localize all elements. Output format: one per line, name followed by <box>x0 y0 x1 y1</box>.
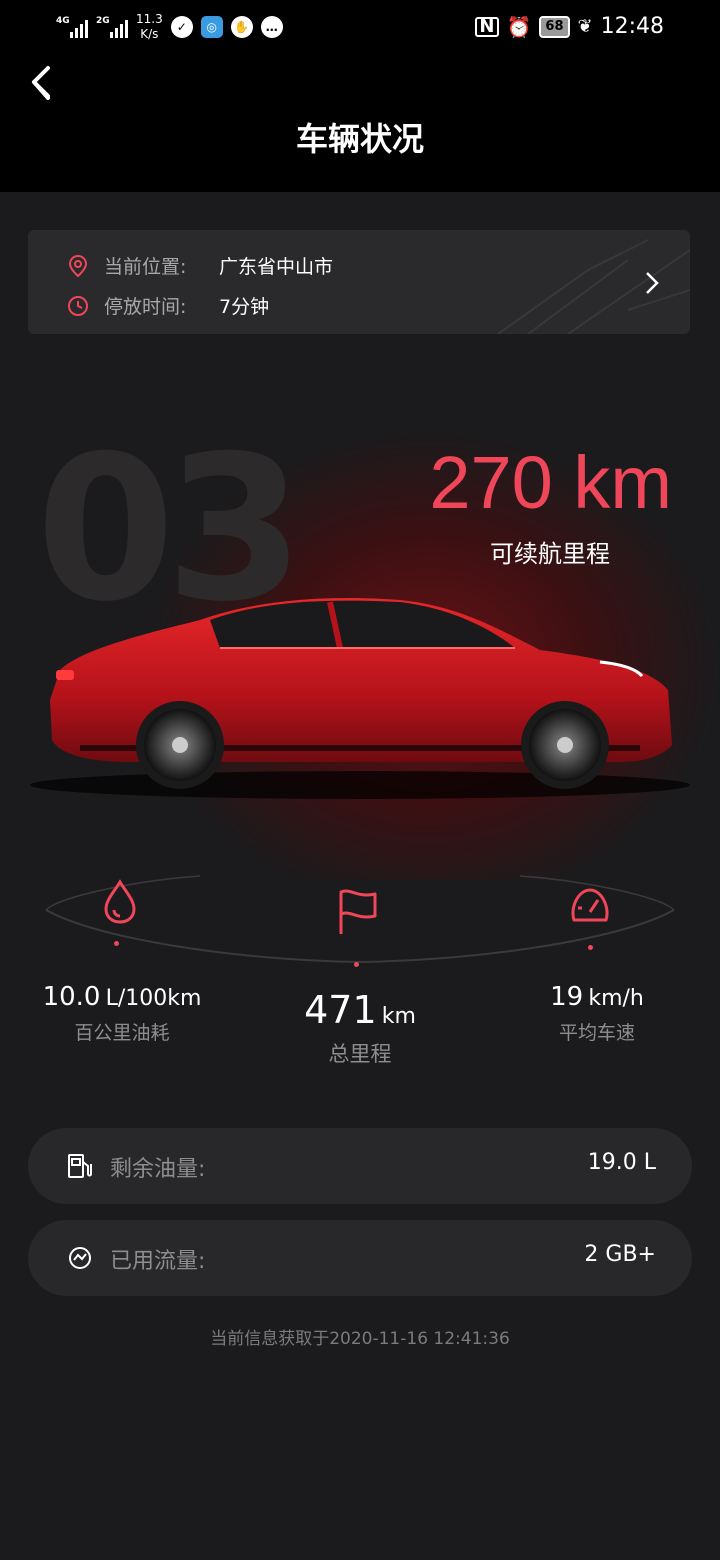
chevron-right-icon <box>646 272 659 294</box>
total-mileage-label: 总里程 <box>328 1042 392 1066</box>
network-speed: 11.3 K/s <box>136 12 163 42</box>
stat-dot <box>588 945 593 950</box>
stat-dot <box>354 962 359 967</box>
fuel-pump-icon <box>68 1154 92 1178</box>
average-speed-value: 19 <box>550 982 584 1012</box>
data-usage-icon <box>69 1247 91 1269</box>
update-timestamp: 当前信息获取于2020-11-16 12:41:36 <box>210 1329 510 1349</box>
status-bar: 4G 2G 11.3 K/s ✓ ◎ ✋ … N ⏰ 68 ❦ 12:48 <box>0 0 720 56</box>
data-usage-value: 2 GB+ <box>584 1242 656 1267</box>
fuel-drop-icon <box>104 879 136 924</box>
range-value: 270 km <box>429 441 672 524</box>
parked-row: 停放时间: 7分钟 <box>66 292 269 319</box>
status-bar-left: 4G 2G 11.3 K/s ✓ ◎ ✋ … <box>56 12 283 42</box>
nfc-icon: N <box>475 16 499 37</box>
battery-indicator: 68 <box>539 15 570 38</box>
fuel-consumption-value: 10.0 <box>42 982 101 1012</box>
leaf-icon: ❦ <box>577 16 593 37</box>
network-type-1: 4G <box>56 16 70 26</box>
shield-icon: ✓ <box>170 16 193 38</box>
parked-value: 7分钟 <box>219 296 270 318</box>
stat-total-mileage: 471 km 总里程 <box>270 988 450 1068</box>
location-pin-icon <box>68 254 88 277</box>
data-usage-label: 已用流量: <box>110 1249 206 1274</box>
data-usage-row[interactable]: 已用流量: 2 GB+ <box>28 1220 692 1296</box>
page-title: 车辆状况 <box>295 120 424 158</box>
speedometer-icon <box>571 888 609 922</box>
app-icon: ◎ <box>200 16 223 38</box>
chat-icon: … <box>260 16 283 38</box>
total-mileage-value: 471 <box>304 988 377 1032</box>
stat-dot <box>114 941 119 946</box>
car-image <box>30 598 690 799</box>
parked-label: 停放时间: <box>104 296 187 318</box>
position-label: 当前位置: <box>104 256 187 278</box>
signal-4g-icon: 4G <box>56 16 88 38</box>
clock: 12:48 <box>600 14 664 39</box>
signal-2g-icon: 2G <box>96 16 128 38</box>
remaining-fuel-value: 19.0 L <box>587 1150 656 1175</box>
average-speed-unit: km/h <box>588 986 644 1011</box>
clock-icon <box>68 295 88 316</box>
location-card[interactable]: 当前位置: 广东省中山市 停放时间: 7分钟 <box>28 230 690 334</box>
stat-average-speed: 19 km/h 平均车速 <box>512 982 682 1045</box>
network-speed-unit: K/s <box>140 27 159 41</box>
network-type-2: 2G <box>96 16 110 26</box>
remaining-fuel-label: 剩余油量: <box>110 1157 206 1182</box>
network-speed-value: 11.3 <box>136 12 163 26</box>
fuel-consumption-label: 百公里油耗 <box>74 1022 170 1044</box>
average-speed-label: 平均车速 <box>558 1022 635 1044</box>
hand-icon: ✋ <box>230 16 253 38</box>
alarm-icon: ⏰ <box>506 14 532 39</box>
status-bar-right: N ⏰ 68 ❦ 12:48 <box>475 14 664 39</box>
position-value: 广东省中山市 <box>219 256 334 278</box>
range-label: 可续航里程 <box>490 540 610 568</box>
remaining-fuel-row[interactable]: 剩余油量: 19.0 L <box>28 1128 692 1204</box>
stat-fuel-consumption: 10.0 L/100km 百公里油耗 <box>30 982 214 1045</box>
total-mileage-unit: km <box>381 1004 416 1029</box>
fuel-consumption-unit: L/100km <box>105 986 202 1011</box>
location-row: 当前位置: 广东省中山市 <box>66 252 333 279</box>
flag-icon <box>339 889 377 934</box>
back-arrow-icon[interactable] <box>26 64 56 104</box>
